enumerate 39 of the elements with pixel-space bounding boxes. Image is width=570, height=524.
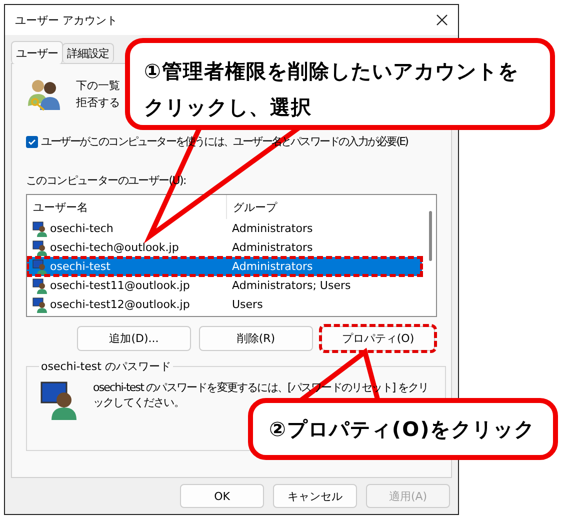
tab[interactable]: 詳細設定 <box>62 43 114 63</box>
user-icon <box>32 240 48 256</box>
user-name: osechi-tech <box>50 222 114 235</box>
column-header[interactable]: ユーザー名 <box>27 195 227 219</box>
user-name: osechi-tech@outlook.jp <box>50 241 179 254</box>
group-title: osechi-test のパスワード <box>40 359 172 374</box>
user-icon <box>32 296 48 312</box>
user-row[interactable]: osechi-test11@outlook.jp Administrators; Users <box>27 276 422 295</box>
user-name: osechi-test12@outlook.jp <box>50 298 190 311</box>
callout: ②プロパティ(O)をクリック <box>248 398 558 460</box>
user-row[interactable]: osechi-test12@outlook.jp Users <box>27 295 422 314</box>
group-text: Users <box>232 298 263 311</box>
check-icon <box>27 136 37 146</box>
group-text: Administrators; Users <box>232 279 351 292</box>
action-button[interactable]: 追加(D)... <box>77 326 191 351</box>
user-row[interactable]: osechi-test Administrators <box>27 257 422 276</box>
group-text: Administrators <box>232 260 313 273</box>
checkbox[interactable] <box>26 136 38 148</box>
dialog-button[interactable]: キャンセル <box>273 484 357 508</box>
window-title: ユーザー アカウント <box>15 12 118 28</box>
user-name: osechi-test11@outlook.jp <box>50 279 190 292</box>
user-icon <box>32 220 48 236</box>
tab[interactable]: ユーザー <box>11 41 63 64</box>
column-header[interactable]: グループ <box>227 200 277 214</box>
description-text: 下の一覧 <box>76 78 120 93</box>
user-icon <box>39 380 79 420</box>
user-row[interactable]: osechi-tech Administrators <box>27 219 422 238</box>
group-text: Administrators <box>232 241 313 254</box>
close-icon[interactable] <box>436 14 448 26</box>
description-text: 拒否する <box>76 95 120 110</box>
user-icon <box>32 278 48 294</box>
action-button[interactable]: プロパティ(O) <box>321 326 435 351</box>
action-button[interactable]: 削除(R) <box>199 326 313 351</box>
callout: ①管理者権限を削除したいアカウントをクリックし、選択 <box>125 38 555 130</box>
user-name: osechi-test <box>50 260 110 273</box>
user-row[interactable]: osechi-tech@outlook.jp Administrators <box>27 238 422 257</box>
group-text: Administrators <box>232 222 313 235</box>
dialog-button[interactable]: OK <box>180 484 264 508</box>
user-icon <box>32 258 48 274</box>
